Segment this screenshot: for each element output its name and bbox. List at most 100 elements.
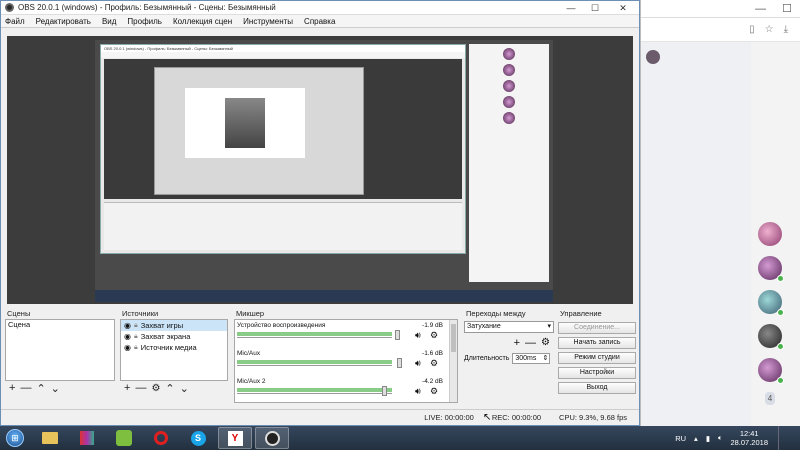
add-icon[interactable]: + [9,382,15,394]
mixer-channel: Mic/Aux 2 -4.2 dB 🔊︎ ⚙ [237,378,443,402]
network-icon[interactable]: ▮ [706,434,710,443]
avatar [503,64,515,76]
taskbar-opera[interactable] [144,427,178,449]
lock-icon[interactable]: 🔒︎ [134,333,138,341]
menu-view[interactable]: Вид [102,17,116,26]
avatar[interactable] [758,256,784,282]
taskbar-yandex-browser[interactable]: Y [218,427,252,449]
remove-icon[interactable]: — [20,382,31,394]
nested-browser [469,44,549,282]
level-meter [237,388,392,392]
gear-icon[interactable]: ⚙ [430,386,438,397]
maximize-icon[interactable]: ☐ [782,2,792,15]
clock[interactable]: 12:41 28.07.2018 [730,429,768,447]
download-icon[interactable]: ⤓ [784,24,788,35]
menu-help[interactable]: Справка [304,17,335,26]
gear-icon[interactable]: ⚙ [541,337,550,351]
minimize-button[interactable]: — [559,1,583,15]
taskbar-library[interactable] [70,427,104,449]
remove-icon[interactable]: — [525,337,536,351]
transition-select[interactable]: Затухание [464,321,554,333]
mixer-scrollbar[interactable] [449,320,457,402]
volume-slider[interactable] [396,358,402,368]
studio-mode-button[interactable]: Режим студии [558,352,636,364]
taskbar-app[interactable] [107,427,141,449]
volume-slider[interactable] [381,386,387,396]
avatar [503,80,515,92]
avatar[interactable] [758,222,782,246]
add-icon[interactable]: + [514,337,520,351]
speaker-icon[interactable]: 🔊︎ [415,358,421,369]
bookmark-icon[interactable]: ▯ [749,24,755,35]
window-controls: — ☐ ✕ [559,1,639,15]
source-item[interactable]: ◉ 🔒︎ Захват экрана [121,331,227,342]
taskbar-explorer[interactable] [33,427,67,449]
speaker-icon[interactable]: 🔊︎ [415,386,421,397]
eye-icon[interactable]: ◉ [124,343,131,352]
avatar [503,48,515,60]
docks-area: Сцены Сцена + — ⌃ ⌄ Источники ◉ 🔒︎ Захва… [1,308,639,408]
nested-preview [104,59,462,199]
move-up-icon[interactable]: ⌃ [165,382,174,395]
skype-icon: S [190,430,206,446]
close-button[interactable]: ✕ [607,1,639,15]
eye-icon[interactable]: ◉ [124,321,131,330]
volume-track [237,337,392,338]
gear-icon[interactable]: ⚙ [151,383,160,394]
gear-icon[interactable]: ⚙ [430,358,438,369]
deepest-capture [185,88,305,158]
start-button[interactable]: ⊞ [0,426,30,450]
source-item[interactable]: ◉ 🔒︎ Захват игры [121,320,227,331]
online-badge [777,309,784,316]
duration-spinbox[interactable]: 300ms [512,353,551,364]
friends-count-badge[interactable]: 4 [764,392,776,405]
move-up-icon[interactable]: ⌃ [36,382,45,395]
settings-button[interactable]: Настройки [558,367,636,379]
avatar[interactable] [758,324,784,350]
volume-icon[interactable]: 🔈︎ [718,433,723,443]
menu-profile[interactable]: Профиль [127,17,162,26]
sources-toolbar: + — ⚙ ⌃ ⌄ [120,381,228,395]
move-down-icon[interactable]: ⌄ [180,382,189,395]
scenes-title: Сцены [7,309,31,318]
mixer-channel: Устройство воспроизведения -1.9 dB 🔊︎ ⚙ [237,322,443,348]
remove-icon[interactable]: — [135,382,146,394]
avatar[interactable] [758,358,784,384]
transitions-dock: Переходы между сценами Затухание + — ⚙ Д… [464,308,554,408]
menu-file[interactable]: Файл [5,17,25,26]
show-desktop-button[interactable] [778,426,786,450]
scrollbar-thumb[interactable] [451,324,456,352]
start-recording-button[interactable]: Начать запись [558,337,636,349]
maximize-button[interactable]: ☐ [583,1,607,15]
taskbar-skype[interactable]: S [181,427,215,449]
taskbar-obs[interactable] [255,427,289,449]
star-icon[interactable]: ☆ [765,24,774,35]
scene-item[interactable]: Сцена [6,320,114,330]
preview-canvas[interactable]: OBS 20.0.1 (windows) - Профиль: Безымянн… [7,36,633,304]
source-label: Захват игры [140,321,184,330]
menu-edit[interactable]: Редактировать [36,17,91,26]
browser-toolbar: ▯ ☆ ⤓ [641,18,800,42]
online-badge [777,377,784,384]
source-item[interactable]: ◉ 🔒︎ Источник медиа [121,342,227,353]
avatar[interactable] [758,290,784,316]
tray-expand-icon[interactable]: ▴ [694,434,698,443]
eye-icon[interactable]: ◉ [124,332,131,341]
obs-window: OBS 20.0.1 (windows) - Профиль: Безымянн… [0,0,640,426]
move-down-icon[interactable]: ⌄ [51,382,60,395]
volume-track [237,365,392,366]
gear-icon[interactable]: ⚙ [430,330,438,341]
exit-button[interactable]: Выход [558,382,636,394]
volume-slider[interactable] [395,330,401,340]
connect-button[interactable]: Соединение... [558,322,636,334]
add-icon[interactable]: + [124,382,130,394]
menu-scene-collection[interactable]: Коллекция сцен [173,17,232,26]
mixer-channels: Устройство воспроизведения -1.9 dB 🔊︎ ⚙ … [234,319,458,403]
lock-icon[interactable]: 🔒︎ [134,322,138,330]
speaker-icon[interactable]: 🔊︎ [415,330,421,341]
language-indicator[interactable]: RU [675,434,686,443]
minimize-icon[interactable]: — [755,3,766,15]
menu-tools[interactable]: Инструменты [243,17,293,26]
nested-docks [104,202,462,250]
lock-icon[interactable]: 🔒︎ [134,344,138,352]
